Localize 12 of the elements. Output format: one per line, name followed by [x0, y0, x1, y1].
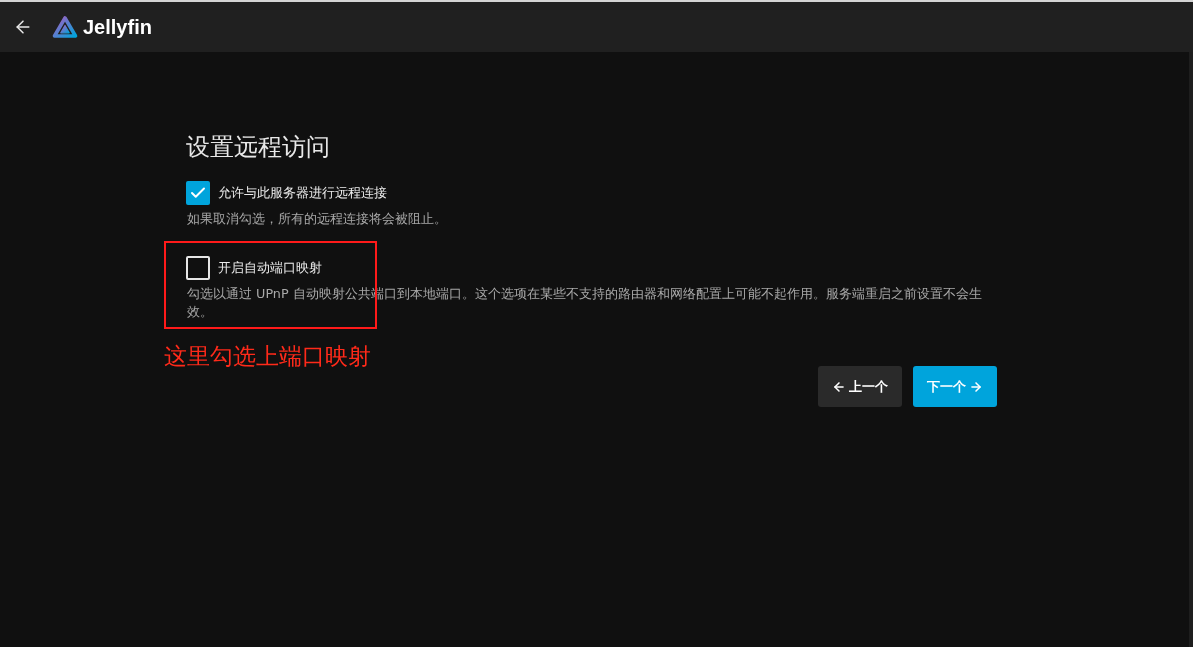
checkbox-label[interactable]: 开启自动端口映射: [218, 259, 322, 277]
arrow-left-icon: [832, 379, 846, 394]
checkbox-label[interactable]: 允许与此服务器进行远程连接: [218, 184, 387, 202]
previous-button[interactable]: 上一个: [818, 366, 902, 407]
checkbox[interactable]: [186, 181, 210, 205]
annotation-text: 这里勾选上端口映射: [164, 343, 371, 370]
logo-icon: [52, 15, 78, 39]
option-description: 如果取消勾选，所有的远程连接将会被阻止。: [187, 210, 448, 228]
checkbox[interactable]: [186, 256, 210, 280]
page-title: 设置远程访问: [186, 132, 331, 163]
app-title: Jellyfin: [83, 15, 152, 39]
arrow-right-icon: [969, 379, 983, 394]
